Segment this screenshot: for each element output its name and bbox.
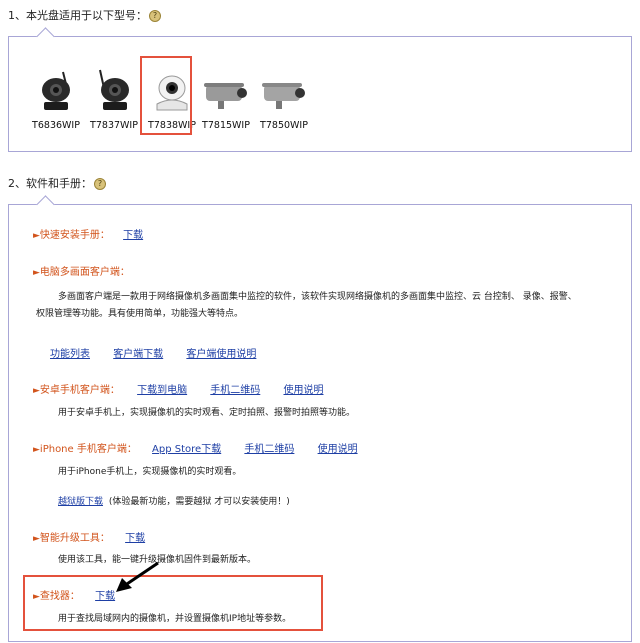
selected-model-highlight <box>140 56 192 135</box>
android-manual-link[interactable]: 使用说明 <box>283 385 323 396</box>
iphone-desc: 用于iPhone手机上，实现摄像机的实时观看。 <box>58 467 242 477</box>
jailbreak-download-link[interactable]: 越狱版下载 <box>58 497 103 507</box>
bullet-triangle-icon: ► <box>33 534 40 544</box>
client-manual-link[interactable]: 客户端使用说明 <box>186 349 256 360</box>
models-panel: T6836WIP T7837WIP T7838WIP T7815WIP T785… <box>8 27 632 152</box>
model-item[interactable]: T6836WIP <box>27 63 85 133</box>
model-item[interactable]: T7850WIP <box>255 63 313 133</box>
bullet-triangle-icon: ► <box>33 445 40 455</box>
android-title: 安卓手机客户端： <box>39 385 120 396</box>
iphone-row: ►iPhone 手机客户端： App Store下载 手机二维码 使用说明 <box>33 440 358 455</box>
ptz-camera-black-antenna-icon <box>99 69 129 110</box>
pc-client-desc: 权限管理等功能。具有使用简单，功能强大等特点。 <box>36 309 244 319</box>
ptz-camera-black-icon <box>42 71 70 110</box>
iphone-manual-link[interactable]: 使用说明 <box>318 444 358 455</box>
quick-install-download-link[interactable]: 下载 <box>123 230 143 241</box>
finder-desc: 用于查找局域网内的摄像机，并设置摄像机IP地址等参数。 <box>58 614 292 624</box>
upgrade-row: ►智能升级工具： 下载 <box>33 529 145 544</box>
bullet-triangle-icon: ► <box>33 592 40 602</box>
finder-row: ►查找器： 下载 <box>33 587 115 602</box>
panel-notch <box>36 27 55 46</box>
bullet-triangle-icon: ► <box>33 231 40 241</box>
android-row: ►安卓手机客户端： 下载到电脑 手机二维码 使用说明 <box>33 381 323 396</box>
model-item[interactable]: T7837WIP <box>85 63 143 133</box>
section1-heading: 1、本光盘适用于以下型号：? <box>8 7 161 23</box>
client-download-link[interactable]: 客户端下载 <box>113 349 163 360</box>
android-download-link[interactable]: 下载到电脑 <box>137 385 187 396</box>
finder-title: 查找器： <box>39 591 80 602</box>
pc-client-links: 功能列表 客户端下载 客户端使用说明 <box>50 345 256 360</box>
app-store-link[interactable]: App Store下载 <box>152 444 221 455</box>
model-label: T7837WIP <box>90 120 138 131</box>
panel-notch <box>36 195 55 214</box>
model-label: T6836WIP <box>32 120 80 131</box>
android-desc: 用于安卓手机上，实现摄像机的实时观看、定时拍照、报警时拍照等功能。 <box>58 408 356 418</box>
section2-heading: 2、软件和手册：? <box>8 175 106 191</box>
jailbreak-note: (体验最新功能，需要越狱 才可以安装使用！) <box>108 497 290 507</box>
help-icon[interactable]: ? <box>149 10 161 22</box>
bullet-camera-icon <box>204 83 247 109</box>
quick-install-title: 快速安装手册： <box>39 230 110 241</box>
feature-list-link[interactable]: 功能列表 <box>50 349 90 360</box>
model-item[interactable]: T7815WIP <box>197 63 255 133</box>
section1-heading-text: 1、本光盘适用于以下型号： <box>8 9 147 22</box>
quick-install-row: ►快速安装手册： 下载 <box>33 226 143 241</box>
model-label: T7850WIP <box>260 120 308 131</box>
bullet-camera-icon <box>262 83 305 109</box>
pc-client-row: ►电脑多画面客户端： <box>33 263 130 278</box>
bullet-triangle-icon: ► <box>33 268 40 278</box>
bullet-triangle-icon: ► <box>33 386 40 396</box>
help-icon[interactable]: ? <box>94 178 106 190</box>
pc-client-title: 电脑多画面客户端： <box>39 267 130 278</box>
android-qrcode-link[interactable]: 手机二维码 <box>210 385 260 396</box>
model-label: T7815WIP <box>202 120 250 131</box>
pc-client-desc: 多画面客户端是一款用于网络摄像机多画面集中监控的软件，该软件实现网络摄像机的多画… <box>58 292 577 302</box>
upgrade-title: 智能升级工具： <box>39 533 110 544</box>
pointer-arrow-icon <box>116 561 159 592</box>
upgrade-download-link[interactable]: 下载 <box>125 533 145 544</box>
iphone-qrcode-link[interactable]: 手机二维码 <box>244 444 294 455</box>
section2-heading-text: 2、软件和手册： <box>8 177 92 190</box>
jailbreak-row: 越狱版下载 (体验最新功能，需要越狱 才可以安装使用！) <box>58 494 290 507</box>
iphone-title: iPhone 手机客户端： <box>39 444 137 455</box>
